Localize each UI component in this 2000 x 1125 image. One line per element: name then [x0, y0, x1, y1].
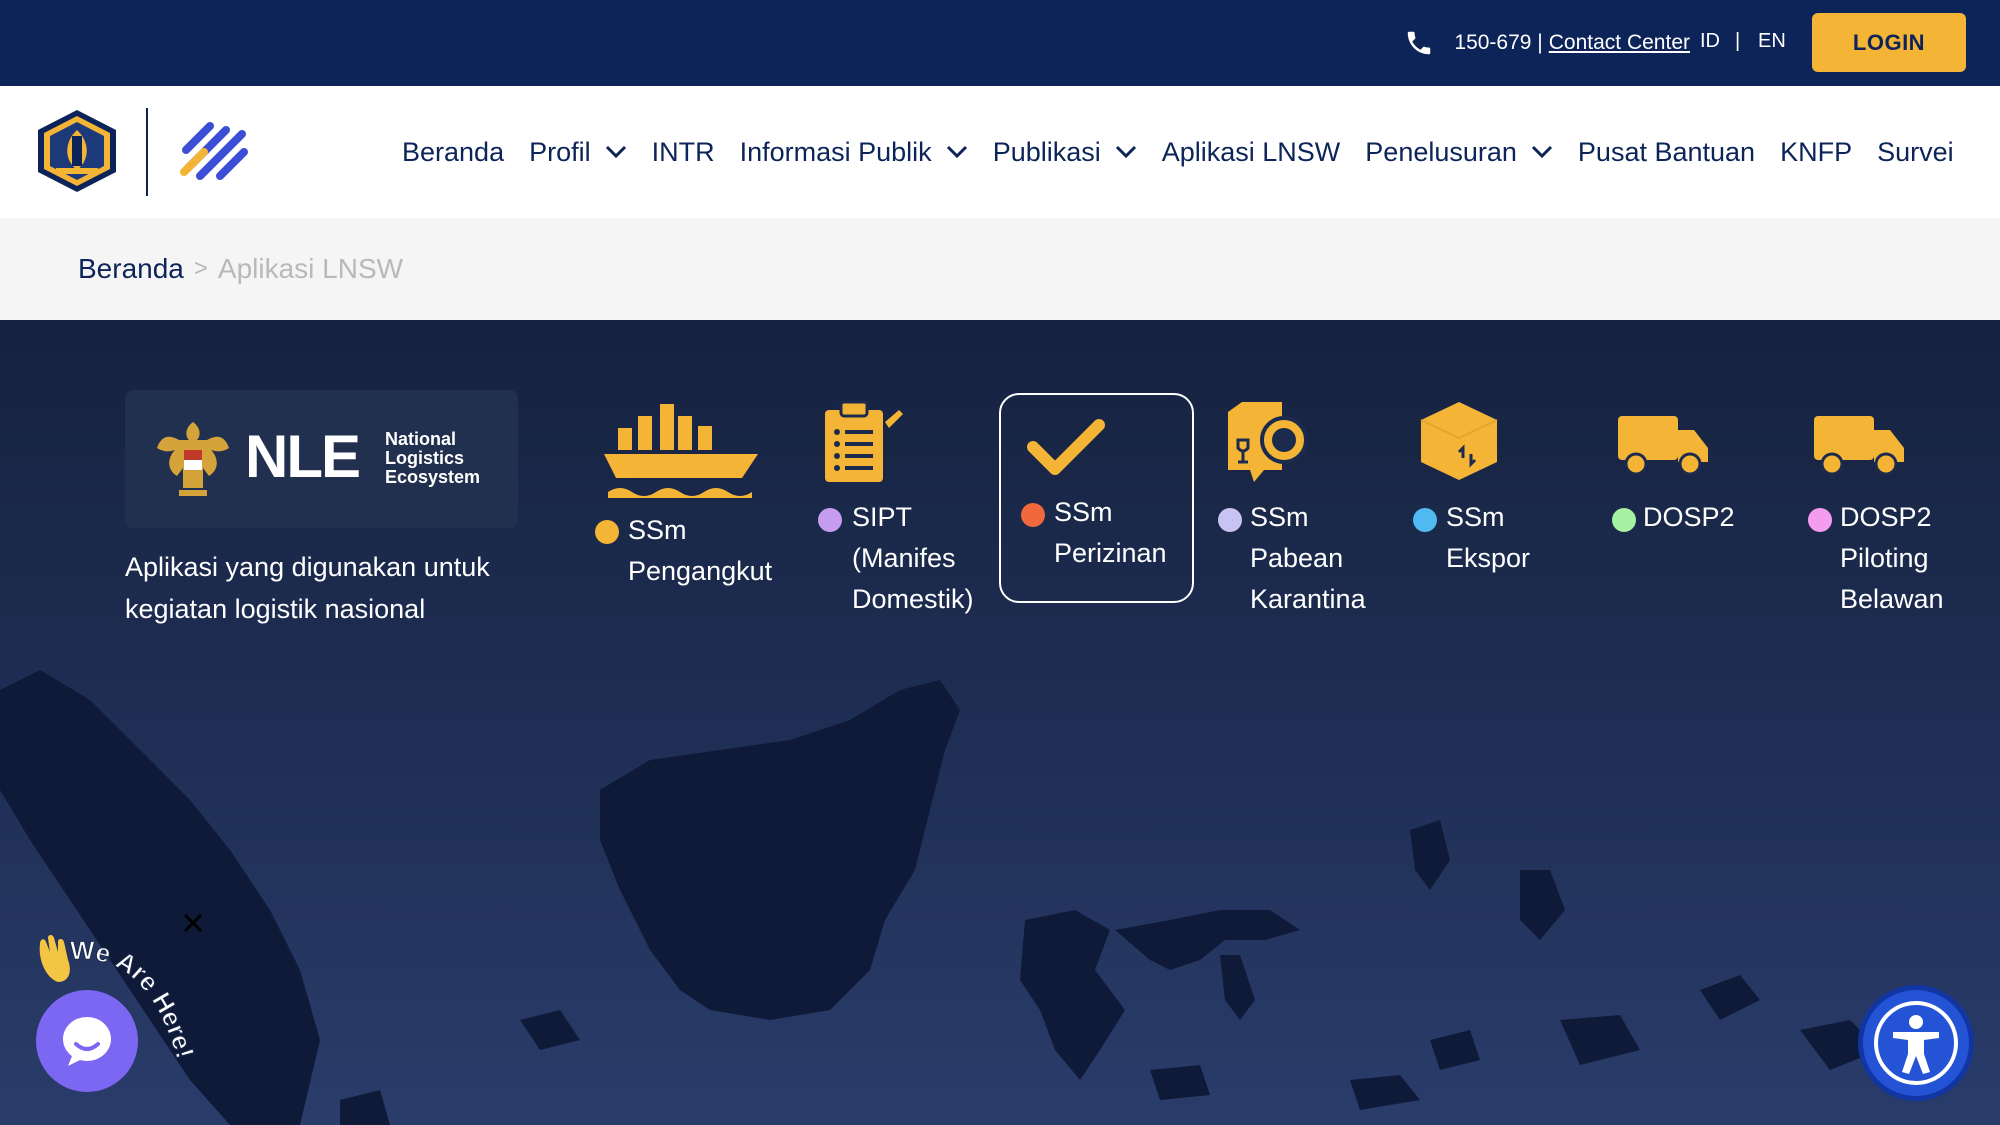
- indonesia-map-illustration: [0, 670, 1880, 1125]
- status-dot: [1413, 508, 1437, 532]
- app-label: SSm Pengangkut: [628, 515, 773, 586]
- box-icon: [1420, 402, 1498, 480]
- nav-item-aplikasi-lnsw[interactable]: Aplikasi LNSW: [1162, 137, 1341, 168]
- top-bar: 150-679 | Contact Center ID | EN LOGIN: [0, 0, 2000, 86]
- garuda-emblem-icon: [157, 422, 229, 496]
- app-label: DOSP2 Piloting Belawan: [1840, 502, 1944, 614]
- app-label: SIPT (Manifes Domestik): [852, 502, 974, 614]
- app-label: DOSP2: [1643, 502, 1735, 532]
- app-dosp2-piloting-belawan[interactable]: DOSP2 Piloting Belawan: [1806, 400, 1976, 640]
- app-label: SSm Pabean Karantina: [1250, 502, 1366, 614]
- breadcrumb-separator: >: [193, 255, 208, 282]
- login-button[interactable]: LOGIN: [1812, 13, 1966, 72]
- chat-button[interactable]: [36, 990, 138, 1092]
- contact-info: 150-679 | Contact Center: [1404, 28, 1690, 58]
- accessibility-icon: [1874, 1001, 1958, 1085]
- app-ssm-pabean-karantina[interactable]: SSm Pabean Karantina: [1216, 400, 1386, 650]
- nav-item-informasi-publik[interactable]: Informasi Publik: [740, 137, 968, 168]
- breadcrumb-home-link[interactable]: Beranda: [78, 253, 184, 285]
- status-dot: [1021, 503, 1045, 527]
- nav-menu: Beranda Profil INTR Informasi Publik Pub…: [402, 86, 1979, 218]
- nav-item-pusat-bantuan[interactable]: Pusat Bantuan: [1578, 137, 1755, 168]
- chevron-down-icon: [1531, 145, 1552, 159]
- waving-hand-icon: [39, 935, 70, 982]
- nle-logo-text: National Logistics Ecosystem: [385, 429, 481, 487]
- main-navbar: Beranda Profil INTR Informasi Publik Pub…: [0, 86, 2000, 218]
- status-dot: [818, 508, 842, 532]
- package-search-icon: [1228, 402, 1308, 482]
- nav-item-publikasi[interactable]: Publikasi: [993, 137, 1137, 168]
- lnsw-logo-icon[interactable]: [180, 120, 250, 182]
- nav-item-intr[interactable]: INTR: [652, 137, 715, 168]
- breadcrumb-current: Aplikasi LNSW: [217, 253, 404, 284]
- status-dot: [1218, 508, 1242, 532]
- app-label: SSm Perizinan: [1054, 497, 1167, 568]
- app-ssm-pengangkut[interactable]: SSm Pengangkut: [590, 400, 780, 610]
- clipboard-icon: [825, 400, 903, 482]
- nle-letters: NLE: [245, 423, 361, 490]
- truck-icon: [1618, 416, 1708, 476]
- breadcrumb: Beranda > Aplikasi LNSW: [0, 218, 2000, 320]
- status-dot: [595, 520, 619, 544]
- contact-center-link[interactable]: Contact Center: [1549, 31, 1690, 55]
- checkmark-icon: [1027, 419, 1105, 475]
- app-label: SSm Ekspor: [1446, 502, 1531, 573]
- hero-description: Aplikasi yang digunakan untuk kegiatan l…: [125, 552, 490, 624]
- status-dot: [1808, 508, 1832, 532]
- lang-en-link[interactable]: EN: [1758, 30, 1786, 53]
- nle-logo-card[interactable]: NLE National Logistics Ecosystem: [125, 390, 518, 528]
- lang-separator: |: [1735, 30, 1741, 52]
- truck-icon: [1814, 416, 1904, 476]
- app-sipt-manifes-domestik[interactable]: SIPT (Manifes Domestik): [818, 400, 988, 650]
- ship-icon: [604, 404, 758, 498]
- chat-icon: [63, 1017, 111, 1066]
- nav-item-beranda[interactable]: Beranda: [402, 137, 504, 168]
- app-dosp2[interactable]: DOSP2: [1610, 400, 1760, 550]
- nav-item-penelusuran[interactable]: Penelusuran: [1365, 137, 1553, 168]
- status-dot: [1612, 508, 1636, 532]
- app-ssm-ekspor[interactable]: SSm Ekspor: [1413, 400, 1563, 600]
- hero-section: NLE National Logistics Ecosystem Aplikas…: [0, 320, 2000, 1125]
- nav-item-knfp[interactable]: KNFP: [1780, 137, 1852, 168]
- phone-number: 150-679 |: [1454, 31, 1543, 54]
- nav-item-profil[interactable]: Profil: [529, 137, 627, 168]
- accessibility-button[interactable]: [1858, 985, 1974, 1101]
- lang-id-link[interactable]: ID: [1700, 30, 1720, 53]
- kemenkeu-logo-icon[interactable]: [34, 108, 120, 194]
- phone-icon: [1408, 31, 1431, 55]
- nav-item-survei[interactable]: Survei: [1877, 137, 1954, 168]
- logo-divider: [146, 108, 148, 196]
- chevron-down-icon: [1115, 145, 1136, 159]
- chevron-down-icon: [946, 145, 967, 159]
- chevron-down-icon: [605, 145, 626, 159]
- app-ssm-perizinan[interactable]: SSm Perizinan: [999, 393, 1194, 603]
